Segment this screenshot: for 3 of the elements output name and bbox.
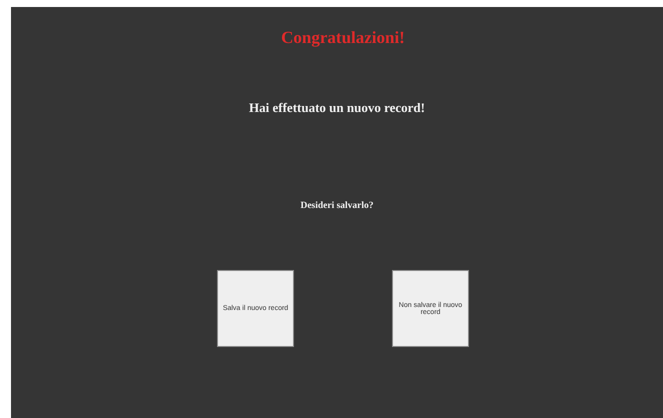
record-message: Hai effettuato un nuovo record!	[249, 100, 425, 116]
congratulations-title: Congratulazioni!	[281, 28, 405, 48]
save-question: Desideri salvarlo?	[300, 200, 374, 212]
